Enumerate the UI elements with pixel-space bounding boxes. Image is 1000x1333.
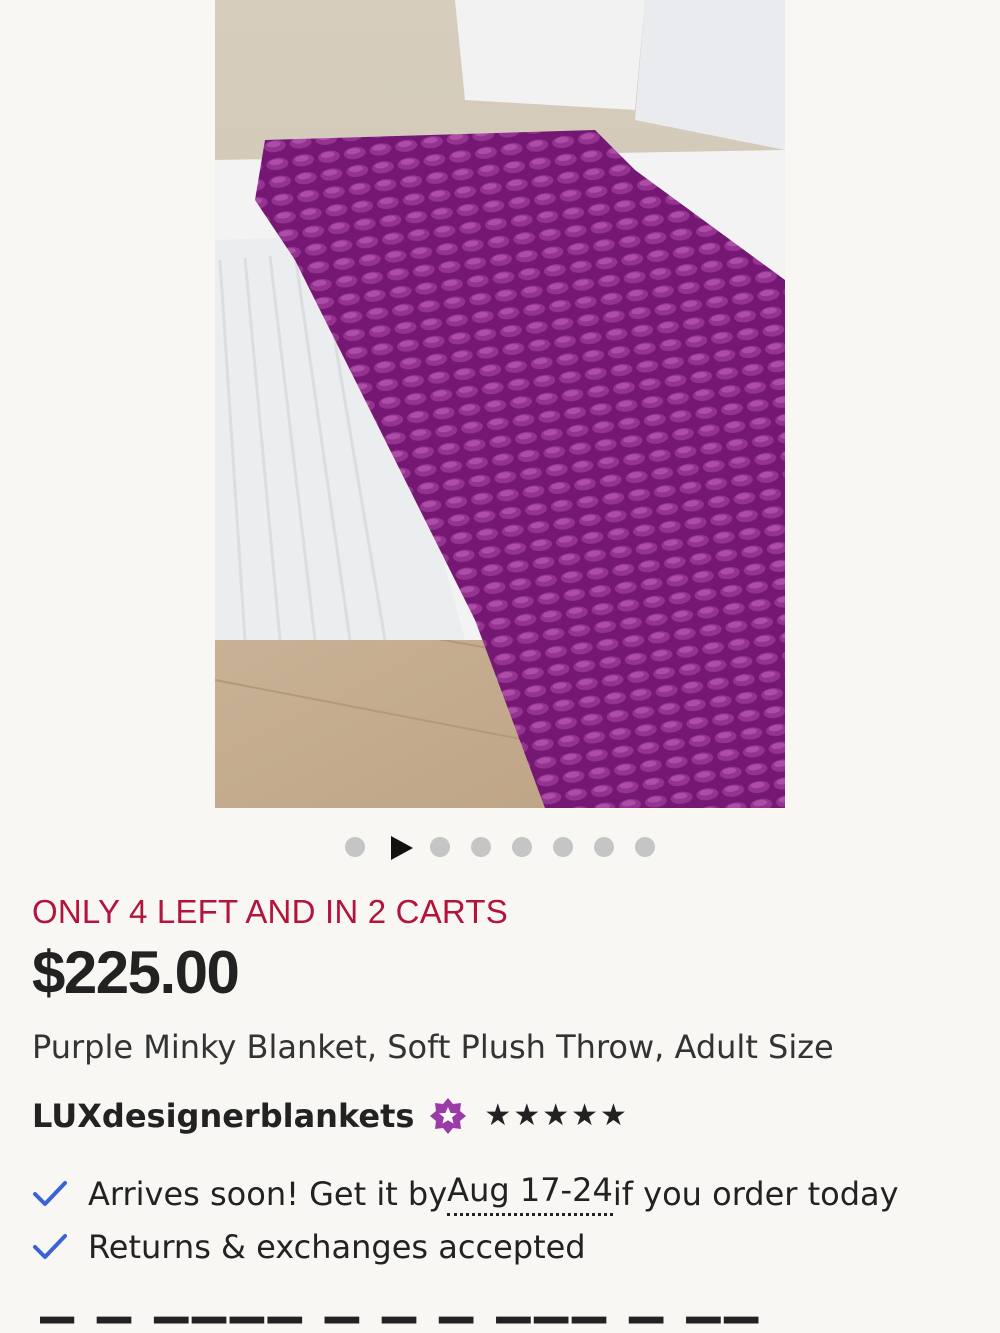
delivery-text-prefix: Arrives soon! Get it by — [88, 1174, 448, 1213]
star-icon: ★ — [600, 1098, 627, 1133]
product-image[interactable] — [215, 0, 785, 808]
carousel-dot[interactable] — [471, 837, 491, 857]
carousel-dot[interactable] — [635, 837, 655, 857]
play-icon[interactable] — [391, 836, 413, 860]
blanket-photo — [215, 0, 785, 808]
carousel-dot[interactable] — [512, 837, 532, 857]
cutoff-next-section: ▔ ▔ ▔▔▔▔ ▔ ▔ ▔ ▔▔▔ ▔ ▔▔ — [40, 1316, 830, 1333]
delivery-text-suffix: if you order today — [612, 1174, 899, 1213]
returns-perk: Returns & exchanges accepted — [32, 1228, 586, 1266]
rating-stars[interactable]: ★ ★ ★ ★ ★ — [484, 1101, 627, 1131]
price: $225.00 — [32, 939, 240, 1006]
star-icon: ★ — [513, 1098, 541, 1133]
star-seller-badge-icon — [430, 1098, 467, 1134]
carousel-dot[interactable] — [345, 837, 365, 857]
check-icon — [33, 1234, 67, 1259]
check-icon — [33, 1180, 67, 1206]
shop-name-link[interactable]: LUXdesignerblankets — [32, 1097, 414, 1135]
carousel-dot[interactable] — [594, 837, 614, 857]
carousel-dot[interactable] — [430, 837, 450, 857]
delivery-perk: Arrives soon! Get it by Aug 17-24 if you… — [32, 1171, 899, 1216]
listing-title: Purple Minky Blanket, Soft Plush Throw, … — [32, 1028, 834, 1066]
carousel-dot[interactable] — [553, 837, 573, 857]
star-icon: ★ — [571, 1098, 599, 1133]
star-icon: ★ — [542, 1098, 570, 1133]
returns-text: Returns & exchanges accepted — [88, 1228, 586, 1266]
shop-row: LUXdesignerblankets ★ ★ ★ ★ ★ — [32, 1094, 627, 1138]
stock-alert: ONLY 4 LEFT AND IN 2 CARTS — [32, 893, 508, 930]
star-icon: ★ — [484, 1098, 512, 1133]
carousel-dots[interactable] — [0, 834, 1000, 860]
delivery-dates-link[interactable]: Aug 17-24 — [447, 1171, 613, 1216]
